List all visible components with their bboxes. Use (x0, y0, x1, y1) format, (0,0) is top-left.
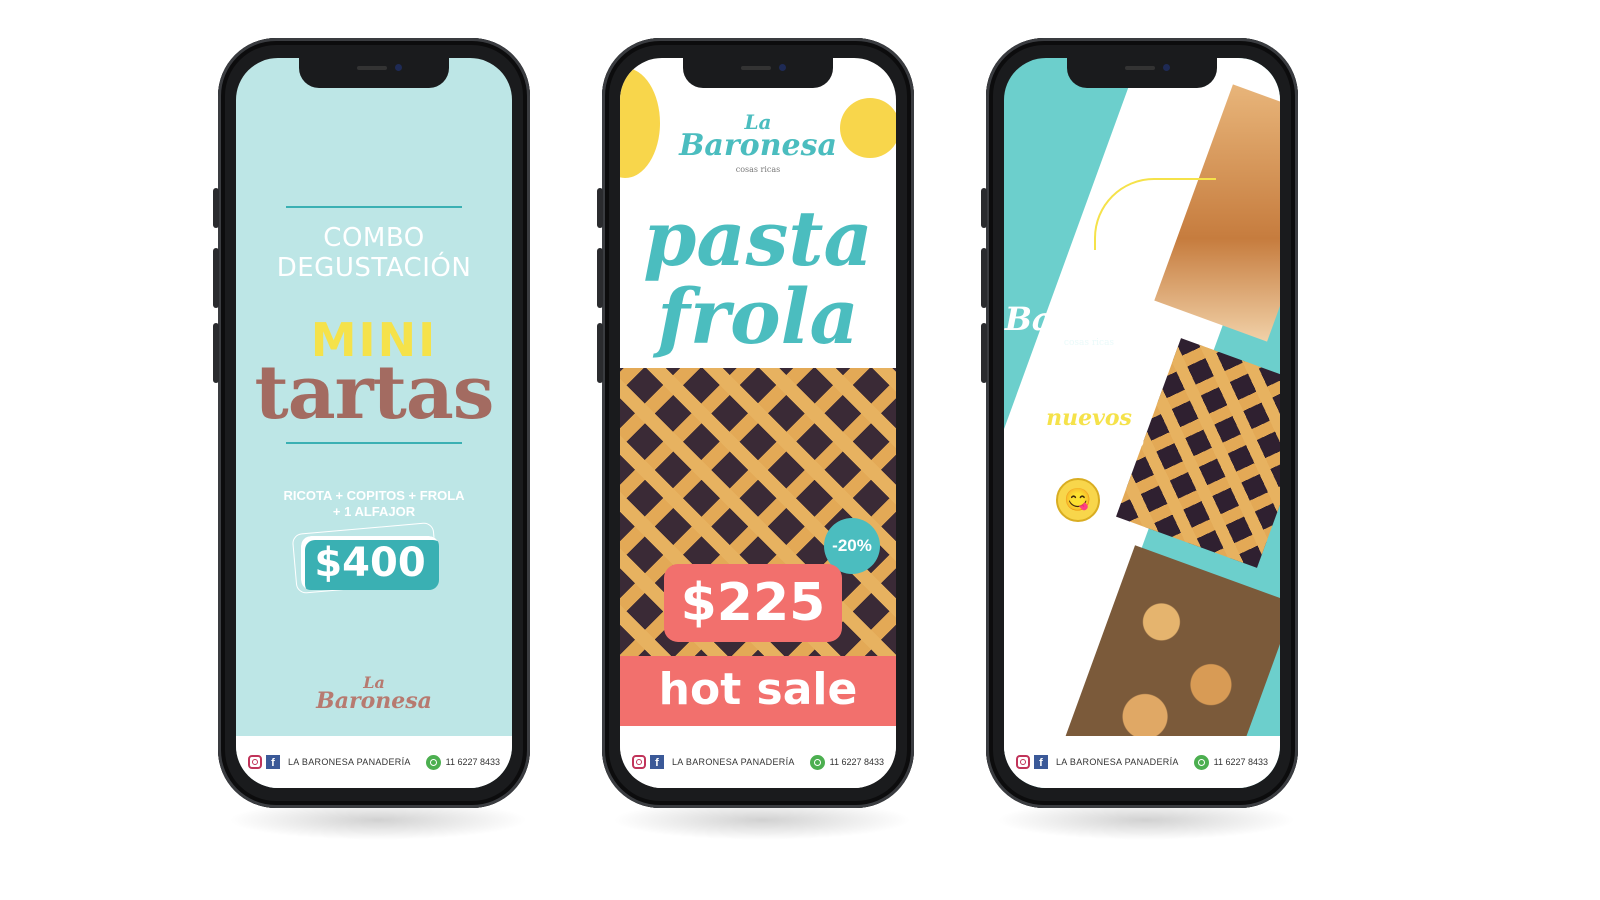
social-footer: f LA BARONESA PANADERÍA 11 6227 8433 (620, 736, 896, 788)
baronesa-logo: La Baronesa cosas ricas (679, 110, 837, 174)
story-pasta-frola: La Baronesa cosas ricas pasta frola -20%… (620, 58, 896, 788)
facebook-icon[interactable]: f (266, 755, 280, 769)
price-badge: $225 (664, 564, 842, 642)
combo-title: COMBO DEGUSTACIÓN (276, 223, 472, 283)
notch (299, 58, 449, 88)
baronesa-logo: La Baronesa cosas ricas (1004, 280, 1174, 348)
whatsapp-icon[interactable] (1193, 754, 1209, 770)
tartas-label: tartas (254, 350, 495, 436)
phone-number[interactable]: 11 6227 8433 (830, 757, 884, 767)
notch (1067, 58, 1217, 88)
smiley-icon: 😋 (1056, 478, 1100, 522)
whatsapp-icon[interactable] (425, 754, 441, 770)
price-badge: $400 (301, 536, 439, 590)
instagram-icon[interactable] (632, 755, 646, 769)
facebook-icon[interactable]: f (650, 755, 664, 769)
whatsapp-icon[interactable] (809, 754, 825, 770)
phone-mockup-2: La Baronesa cosas ricas pasta frola -20%… (597, 38, 914, 808)
phone-number[interactable]: 11 6227 8433 (1214, 757, 1268, 767)
baronesa-logo: La Baronesa (316, 673, 432, 714)
brand-name: LA BARONESA PANADERÍA (288, 757, 411, 767)
phone-number[interactable]: 11 6227 8433 (446, 757, 500, 767)
phone-mockup-1: COMBO DEGUSTACIÓN MINI tartas RICOTA + C… (213, 38, 530, 808)
story-mini-tartas: COMBO DEGUSTACIÓN MINI tartas RICOTA + C… (236, 58, 512, 788)
story-nuevos-combos: La Baronesa cosas ricas TENEMOS nuevos C… (1004, 58, 1280, 788)
combos-label: COMBOS (1031, 428, 1147, 453)
social-footer: f LA BARONESA PANADERÍA 11 6227 8433 (236, 736, 512, 788)
social-footer: f LA BARONESA PANADERÍA 11 6227 8433 (1004, 736, 1280, 788)
instagram-icon[interactable] (1016, 755, 1030, 769)
phone-mockup-3: La Baronesa cosas ricas TENEMOS nuevos C… (981, 38, 1298, 808)
hot-sale-banner: hot sale (620, 656, 896, 726)
brand-name: LA BARONESA PANADERÍA (672, 757, 795, 767)
product-title: pasta frola (643, 194, 873, 361)
brand-name: LA BARONESA PANADERÍA (1056, 757, 1179, 767)
instagram-icon[interactable] (248, 755, 262, 769)
combo-description: RICOTA + COPITOS + FROLA + 1 ALFAJOR (283, 488, 465, 519)
notch (683, 58, 833, 88)
facebook-icon[interactable]: f (1034, 755, 1048, 769)
